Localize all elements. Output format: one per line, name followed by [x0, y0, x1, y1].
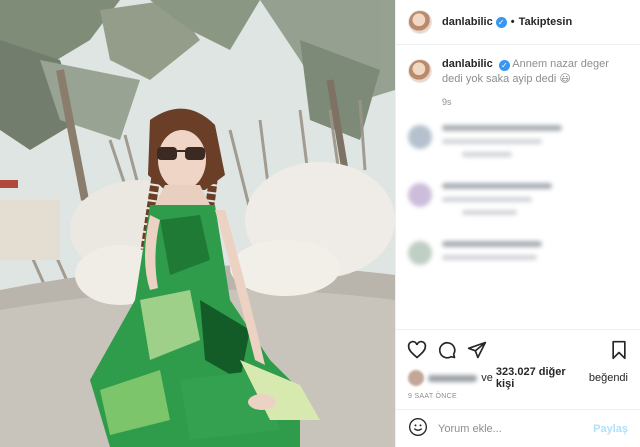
likes-suffix: beğendi — [588, 372, 628, 384]
comment-content — [442, 241, 542, 268]
comment-item — [408, 241, 628, 268]
liker-avatar — [408, 370, 424, 386]
comment-icon — [438, 341, 456, 359]
caption-text: danlabilic ✓ Annem nazar deger dedi yok … — [442, 57, 628, 87]
comment-item — [408, 125, 628, 165]
caption-timestamp: 9s — [442, 97, 452, 107]
comment-avatar — [408, 125, 432, 149]
paper-plane-icon — [467, 341, 487, 358]
caption-username[interactable]: danlabilic — [442, 58, 493, 70]
caption-row: danlabilic ✓ Annem nazar deger dedi yok … — [408, 57, 628, 87]
comment-input[interactable]: Yorum ekle... — [438, 423, 593, 435]
comment-avatar — [408, 183, 432, 207]
emoji-button[interactable] — [408, 417, 428, 440]
author-username[interactable]: danlabilic — [442, 16, 493, 28]
comments-list[interactable]: danlabilic ✓ Annem nazar deger dedi yok … — [396, 45, 640, 329]
comment-content — [442, 125, 562, 165]
heart-icon — [407, 340, 427, 359]
comment-button[interactable] — [436, 339, 458, 361]
post-photo[interactable] — [0, 0, 395, 447]
comment-item — [408, 183, 628, 223]
save-button[interactable] — [608, 339, 630, 361]
comment-content — [442, 183, 552, 223]
share-button[interactable] — [466, 339, 488, 361]
bookmark-icon — [612, 340, 626, 359]
likes-connector: ve — [481, 372, 493, 384]
instagram-post-modal: danlabilic ✓ • Takiptesin danlabilic ✓ A… — [0, 0, 640, 447]
caption-verified-icon: ✓ — [498, 60, 510, 71]
post-header: danlabilic ✓ • Takiptesin — [396, 0, 640, 45]
liker-name-censored — [428, 374, 478, 382]
action-bar — [396, 329, 640, 369]
post-time-ago[interactable]: 9 SAAT ÖNCE — [396, 387, 640, 409]
caption-emoji: 😃 — [559, 73, 571, 85]
following-button[interactable]: Takiptesin — [519, 16, 573, 28]
author-avatar[interactable] — [408, 10, 432, 34]
comment-avatar — [408, 241, 432, 265]
add-comment-bar: Yorum ekle... Paylaş — [396, 409, 640, 447]
like-button[interactable] — [406, 339, 428, 361]
post-comment-button[interactable]: Paylaş — [593, 423, 628, 435]
post-image — [0, 0, 395, 447]
post-side-panel: danlabilic ✓ • Takiptesin danlabilic ✓ A… — [395, 0, 640, 447]
separator-dot: • — [510, 16, 515, 28]
likes-summary[interactable]: ve 323.027 diğer kişi beğendi — [396, 366, 640, 390]
caption-avatar[interactable] — [408, 59, 432, 83]
emoji-icon — [409, 418, 427, 436]
verified-badge-icon: ✓ — [495, 16, 507, 28]
